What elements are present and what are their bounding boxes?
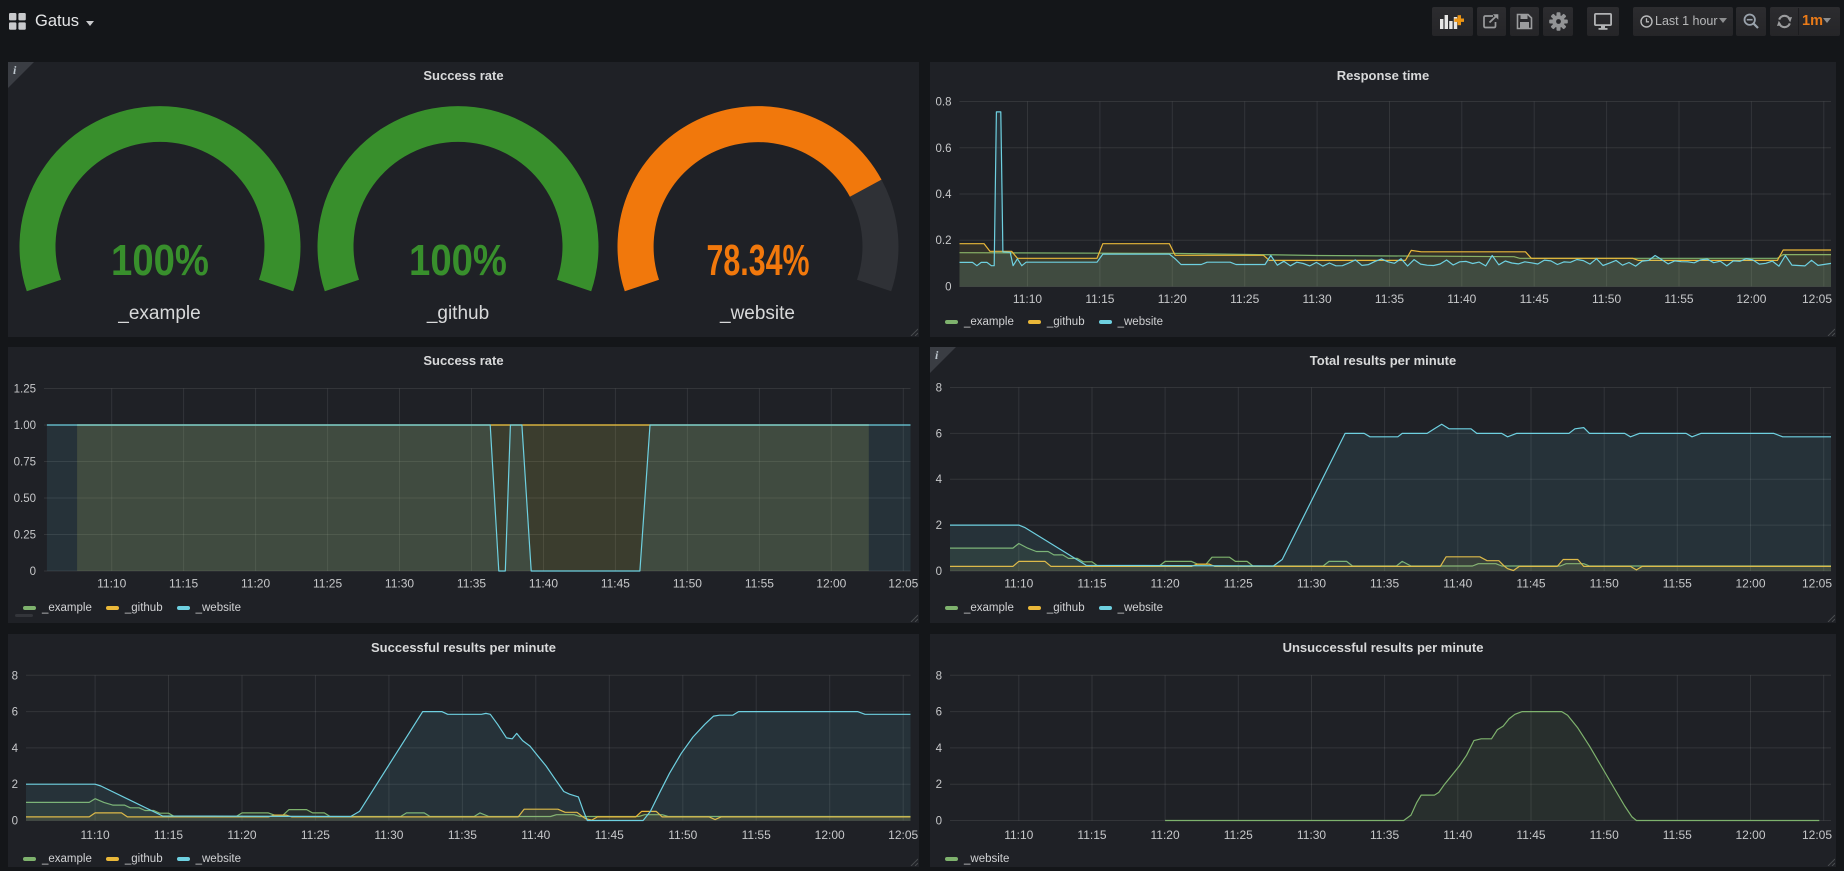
svg-text:8: 8	[936, 383, 942, 395]
svg-text:11:35: 11:35	[1375, 292, 1404, 306]
svg-text:0.6: 0.6	[936, 143, 952, 155]
svg-text:12:05: 12:05	[888, 828, 918, 842]
svg-text:11:20: 11:20	[227, 828, 256, 842]
svg-text:12:00: 12:00	[1735, 828, 1765, 842]
svg-text:11:35: 11:35	[1370, 828, 1399, 842]
svg-text:4: 4	[12, 743, 19, 755]
svg-text:11:55: 11:55	[1664, 292, 1693, 306]
svg-text:8: 8	[12, 670, 18, 682]
svg-text:11:45: 11:45	[1520, 292, 1549, 306]
svg-text:11:50: 11:50	[1590, 577, 1619, 591]
svg-text:11:40: 11:40	[1447, 292, 1476, 306]
svg-text:0.75: 0.75	[14, 457, 36, 469]
svg-text:6: 6	[936, 428, 942, 440]
svg-text:4: 4	[936, 743, 943, 755]
svg-text:11:40: 11:40	[1443, 577, 1472, 591]
svg-text:0: 0	[945, 282, 951, 294]
svg-text:11:10: 11:10	[1004, 828, 1033, 842]
svg-text:0.2: 0.2	[936, 235, 952, 247]
svg-text:6: 6	[936, 707, 942, 719]
svg-text:11:20: 11:20	[1151, 828, 1180, 842]
svg-text:2: 2	[12, 779, 18, 791]
svg-text:11:30: 11:30	[1297, 828, 1326, 842]
svg-text:11:55: 11:55	[1663, 577, 1692, 591]
svg-text:11:45: 11:45	[1516, 577, 1545, 591]
svg-text:11:15: 11:15	[154, 828, 183, 842]
svg-text:11:50: 11:50	[1592, 292, 1621, 306]
svg-text:2: 2	[936, 779, 942, 791]
svg-text:11:20: 11:20	[241, 577, 270, 591]
svg-text:11:40: 11:40	[529, 577, 558, 591]
svg-text:11:45: 11:45	[595, 828, 624, 842]
svg-text:11:10: 11:10	[1013, 292, 1042, 306]
svg-text:1.00: 1.00	[14, 420, 36, 432]
svg-text:11:55: 11:55	[742, 828, 771, 842]
svg-text:12:05: 12:05	[888, 577, 918, 591]
svg-text:11:25: 11:25	[301, 828, 330, 842]
svg-text:11:15: 11:15	[1077, 828, 1106, 842]
svg-text:0.50: 0.50	[14, 493, 36, 505]
svg-text:4: 4	[936, 474, 943, 486]
svg-text:11:35: 11:35	[1370, 577, 1399, 591]
svg-text:12:05: 12:05	[1802, 292, 1832, 306]
svg-text:0: 0	[12, 816, 18, 828]
svg-text:12:05: 12:05	[1802, 828, 1832, 842]
svg-text:11:25: 11:25	[1224, 577, 1253, 591]
svg-text:11:50: 11:50	[673, 577, 702, 591]
svg-text:11:25: 11:25	[1224, 828, 1253, 842]
svg-text:11:10: 11:10	[97, 577, 126, 591]
svg-text:11:20: 11:20	[1158, 292, 1187, 306]
svg-text:0: 0	[30, 566, 36, 578]
svg-text:11:55: 11:55	[1663, 828, 1692, 842]
svg-text:12:05: 12:05	[1802, 577, 1832, 591]
svg-text:11:45: 11:45	[1516, 828, 1545, 842]
svg-text:0.8: 0.8	[936, 97, 952, 109]
svg-text:12:00: 12:00	[1736, 292, 1766, 306]
svg-text:2: 2	[936, 520, 942, 532]
svg-text:11:50: 11:50	[1590, 828, 1619, 842]
svg-text:12:00: 12:00	[816, 577, 846, 591]
svg-text:1.25: 1.25	[14, 384, 36, 396]
svg-text:11:15: 11:15	[1085, 292, 1114, 306]
svg-text:11:30: 11:30	[374, 828, 403, 842]
svg-text:11:15: 11:15	[1077, 577, 1106, 591]
svg-text:11:45: 11:45	[601, 577, 630, 591]
svg-text:11:35: 11:35	[448, 828, 477, 842]
svg-text:11:10: 11:10	[81, 828, 110, 842]
svg-text:6: 6	[12, 707, 18, 719]
svg-text:12:00: 12:00	[1735, 577, 1765, 591]
svg-text:11:15: 11:15	[169, 577, 198, 591]
svg-text:11:35: 11:35	[457, 577, 486, 591]
svg-text:0: 0	[936, 566, 942, 578]
svg-text:11:10: 11:10	[1004, 577, 1033, 591]
svg-text:11:25: 11:25	[1230, 292, 1259, 306]
svg-text:11:25: 11:25	[313, 577, 342, 591]
svg-text:12:00: 12:00	[815, 828, 845, 842]
svg-text:11:20: 11:20	[1151, 577, 1180, 591]
svg-text:0: 0	[936, 816, 942, 828]
svg-text:11:55: 11:55	[745, 577, 774, 591]
svg-text:0.25: 0.25	[14, 530, 36, 542]
svg-text:11:40: 11:40	[1443, 828, 1472, 842]
svg-text:8: 8	[936, 670, 942, 682]
svg-text:11:40: 11:40	[521, 828, 550, 842]
svg-text:11:30: 11:30	[1297, 577, 1326, 591]
svg-text:0.4: 0.4	[936, 189, 953, 201]
svg-text:11:30: 11:30	[385, 577, 414, 591]
svg-text:11:30: 11:30	[1303, 292, 1332, 306]
svg-text:11:50: 11:50	[668, 828, 697, 842]
